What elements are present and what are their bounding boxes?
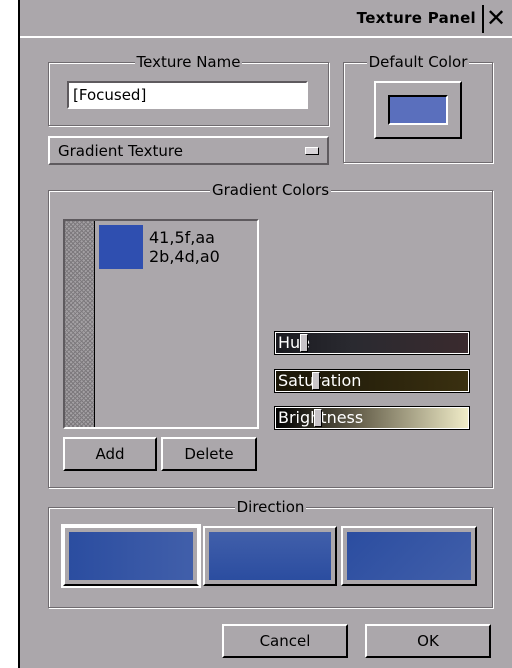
texture-name-input[interactable]: [Focused] [67, 81, 308, 109]
cancel-button[interactable]: Cancel [222, 624, 348, 658]
color-value-line1: 41,5f,aa [149, 228, 215, 247]
list-scrollbar[interactable] [65, 221, 95, 427]
title-bar[interactable]: Texture Panel ✕ [20, 0, 512, 38]
direction-group: Direction [48, 498, 493, 608]
texture-name-group: Texture Name [Focused] [48, 53, 329, 126]
texture-panel-window: Texture Panel ✕ Texture Name [Focused] D… [18, 0, 512, 668]
hue-slider[interactable]: Hue [274, 331, 470, 355]
default-color-swatch [388, 95, 448, 125]
direction-vertical-preview [209, 532, 331, 580]
saturation-slider-thumb[interactable] [312, 372, 320, 390]
brightness-slider[interactable]: Brightness [274, 406, 470, 430]
default-color-button[interactable] [374, 81, 462, 139]
direction-legend: Direction [234, 498, 307, 516]
gradient-colors-legend: Gradient Colors [209, 181, 332, 199]
gradient-colors-group: Gradient Colors 41,5f,aa 2b,4d,a0 Add De… [48, 181, 493, 488]
gradient-color-list[interactable]: 41,5f,aa 2b,4d,a0 [63, 219, 259, 429]
texture-type-select[interactable]: Gradient Texture [48, 136, 329, 165]
default-color-group: Default Color [343, 53, 493, 163]
direction-horizontal-preview [69, 532, 193, 580]
gradient-color-swatch [99, 225, 143, 269]
add-color-button[interactable]: Add [63, 437, 157, 471]
direction-vertical-button[interactable] [203, 526, 337, 586]
dropdown-arrow-icon [305, 147, 319, 155]
window-title: Texture Panel [356, 9, 476, 27]
texture-name-legend: Texture Name [134, 53, 243, 71]
color-value-line2: 2b,4d,a0 [149, 247, 220, 266]
direction-diagonal-button[interactable] [341, 526, 477, 586]
saturation-slider[interactable]: Saturation [274, 369, 470, 393]
delete-color-button[interactable]: Delete [161, 437, 257, 471]
close-icon[interactable]: ✕ [482, 5, 508, 33]
direction-diagonal-preview [347, 532, 471, 580]
hue-slider-thumb[interactable] [300, 334, 308, 352]
brightness-slider-thumb[interactable] [314, 409, 322, 427]
default-color-legend: Default Color [366, 53, 470, 71]
texture-type-value: Gradient Texture [58, 142, 183, 160]
ok-button[interactable]: OK [365, 624, 491, 658]
direction-horizontal-button[interactable] [61, 524, 201, 588]
list-item[interactable]: 41,5f,aa 2b,4d,a0 [97, 223, 247, 269]
